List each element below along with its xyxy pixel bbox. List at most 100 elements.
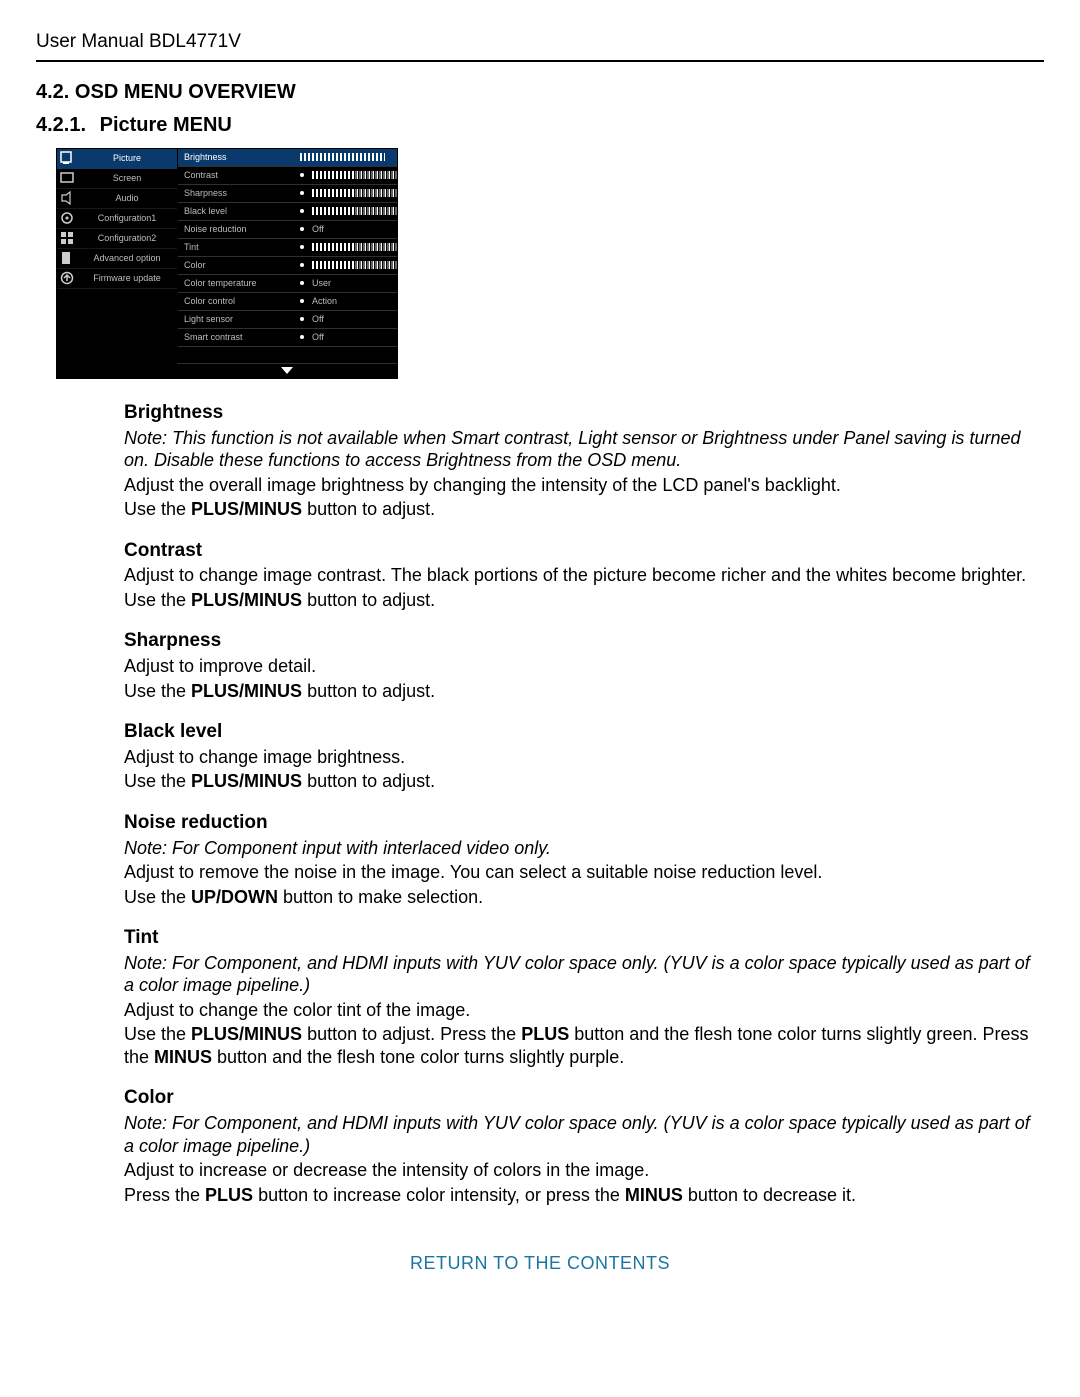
osd-slider [312, 207, 397, 215]
contrast-title: Contrast [124, 539, 1044, 563]
bullet-icon [300, 299, 304, 303]
color-note: Note: For Component, and HDMI inputs wit… [124, 1112, 1044, 1157]
noise-note: Note: For Component input with interlace… [124, 837, 1044, 860]
sharpness-desc: Adjust to improve detail. [124, 655, 1044, 678]
osd-option-value: Off [312, 332, 324, 343]
osd-option-row: Brightness [178, 149, 397, 167]
osd-option-row: Light sensor Off [178, 311, 397, 329]
osd-slider [300, 153, 385, 161]
brightness-title: Brightness [124, 401, 1044, 425]
osd-option-row: Color temperature User [178, 275, 397, 293]
osd-option-value: Off [312, 314, 324, 325]
chevron-down-icon [281, 367, 293, 374]
bullet-icon [300, 317, 304, 321]
osd-sidebar-item: Screen [57, 169, 177, 189]
contrast-adjust: Use the PLUS/MINUS button to adjust. [124, 589, 1044, 612]
osd-sidebar-label: Audio [77, 193, 177, 204]
osd-sidebar-item: Advanced option [57, 249, 177, 269]
brightness-desc: Adjust the overall image brightness by c… [124, 474, 1044, 497]
osd-option-row: Contrast [178, 167, 397, 185]
osd-menu-icon [57, 171, 77, 185]
osd-option-label: Smart contrast [178, 332, 294, 343]
noise-desc: Adjust to remove the noise in the image.… [124, 861, 1044, 884]
osd-menu-icon [57, 231, 77, 245]
osd-option-value: Action [312, 296, 337, 307]
brightness-adjust: Use the PLUS/MINUS button to adjust. [124, 498, 1044, 521]
osd-option-label: Sharpness [178, 188, 294, 199]
osd-option-row: Sharpness [178, 185, 397, 203]
subsection-number: 4.2.1. [36, 113, 86, 138]
osd-option-row: Noise reduction Off [178, 221, 397, 239]
noise-title: Noise reduction [124, 811, 1044, 835]
content-body: Brightness Note: This function is not av… [124, 401, 1044, 1206]
osd-option-row: Color [178, 257, 397, 275]
osd-sidebar: Picture Screen Audio Configuration1 Configur… [57, 149, 177, 363]
osd-options: Brightness Contrast Sharpness Black level No… [177, 149, 397, 363]
osd-slider [312, 243, 397, 251]
osd-option-row: Tint [178, 239, 397, 257]
osd-sidebar-item: Configuration1 [57, 209, 177, 229]
subsection-title: Picture MENU [100, 114, 232, 136]
color-title: Color [124, 1086, 1044, 1110]
bullet-icon [300, 263, 304, 267]
section-number: 4.2. [36, 81, 69, 103]
osd-sidebar-label: Picture [77, 153, 177, 164]
osd-footer-spacer [57, 363, 177, 377]
tint-title: Tint [124, 926, 1044, 950]
osd-option-value: Off [312, 224, 324, 235]
blacklevel-desc: Adjust to change image brightness. [124, 746, 1044, 769]
osd-menu-icon [57, 271, 77, 285]
brightness-note: Note: This function is not available whe… [124, 427, 1044, 472]
page-header: User Manual BDL4771V [36, 30, 1044, 62]
bullet-icon [300, 173, 304, 177]
color-adjust: Press the PLUS button to increase color … [124, 1184, 1044, 1207]
osd-menu-icon [57, 151, 77, 165]
tint-desc: Adjust to change the color tint of the i… [124, 999, 1044, 1022]
color-desc: Adjust to increase or decrease the inten… [124, 1159, 1044, 1182]
osd-option-label: Color [178, 260, 294, 271]
section-heading: 4.2. OSD MENU OVERVIEW [36, 80, 1044, 105]
osd-option-label: Contrast [178, 170, 294, 181]
sharpness-title: Sharpness [124, 629, 1044, 653]
osd-sidebar-item: Picture [57, 149, 177, 169]
osd-sidebar-label: Advanced option [77, 253, 177, 264]
osd-option-label: Light sensor [178, 314, 294, 325]
osd-option-label: Color temperature [178, 278, 294, 289]
osd-sidebar-label: Configuration2 [77, 233, 177, 244]
section-title: OSD MENU OVERVIEW [75, 81, 296, 103]
contrast-desc: Adjust to change image contrast. The bla… [124, 564, 1044, 587]
bullet-icon [300, 281, 304, 285]
noise-adjust: Use the UP/DOWN button to make selection… [124, 886, 1044, 909]
osd-screenshot: Picture Screen Audio Configuration1 Configur… [56, 148, 398, 379]
osd-option-value: User [312, 278, 331, 289]
subsection-heading: 4.2.1. Picture MENU [36, 113, 1044, 138]
osd-option-row: Color control Action [178, 293, 397, 311]
tint-note: Note: For Component, and HDMI inputs wit… [124, 952, 1044, 997]
return-to-contents-link[interactable]: RETURN TO THE CONTENTS [36, 1252, 1044, 1275]
osd-option-row: Smart contrast Off [178, 329, 397, 347]
osd-sidebar-label: Firmware update [77, 273, 177, 284]
osd-option-label: Brightness [178, 152, 294, 163]
osd-menu-icon [57, 251, 77, 265]
bullet-icon [300, 335, 304, 339]
blacklevel-adjust: Use the PLUS/MINUS button to adjust. [124, 770, 1044, 793]
bullet-icon [300, 245, 304, 249]
osd-option-row: Black level [178, 203, 397, 221]
osd-option-label: Tint [178, 242, 294, 253]
osd-sidebar-label: Screen [77, 173, 177, 184]
osd-slider [312, 261, 397, 269]
osd-menu-icon [57, 191, 77, 205]
osd-option-label: Color control [178, 296, 294, 307]
blacklevel-title: Black level [124, 720, 1044, 744]
osd-slider [312, 189, 397, 197]
osd-menu-icon [57, 211, 77, 225]
osd-footer-arrow [177, 363, 397, 378]
tint-adjust: Use the PLUS/MINUS button to adjust. Pre… [124, 1023, 1044, 1068]
osd-slider [312, 171, 397, 179]
osd-sidebar-item: Configuration2 [57, 229, 177, 249]
osd-sidebar-item: Firmware update [57, 269, 177, 289]
bullet-icon [300, 209, 304, 213]
osd-option-label: Black level [178, 206, 294, 217]
bullet-icon [300, 191, 304, 195]
osd-option-label: Noise reduction [178, 224, 294, 235]
